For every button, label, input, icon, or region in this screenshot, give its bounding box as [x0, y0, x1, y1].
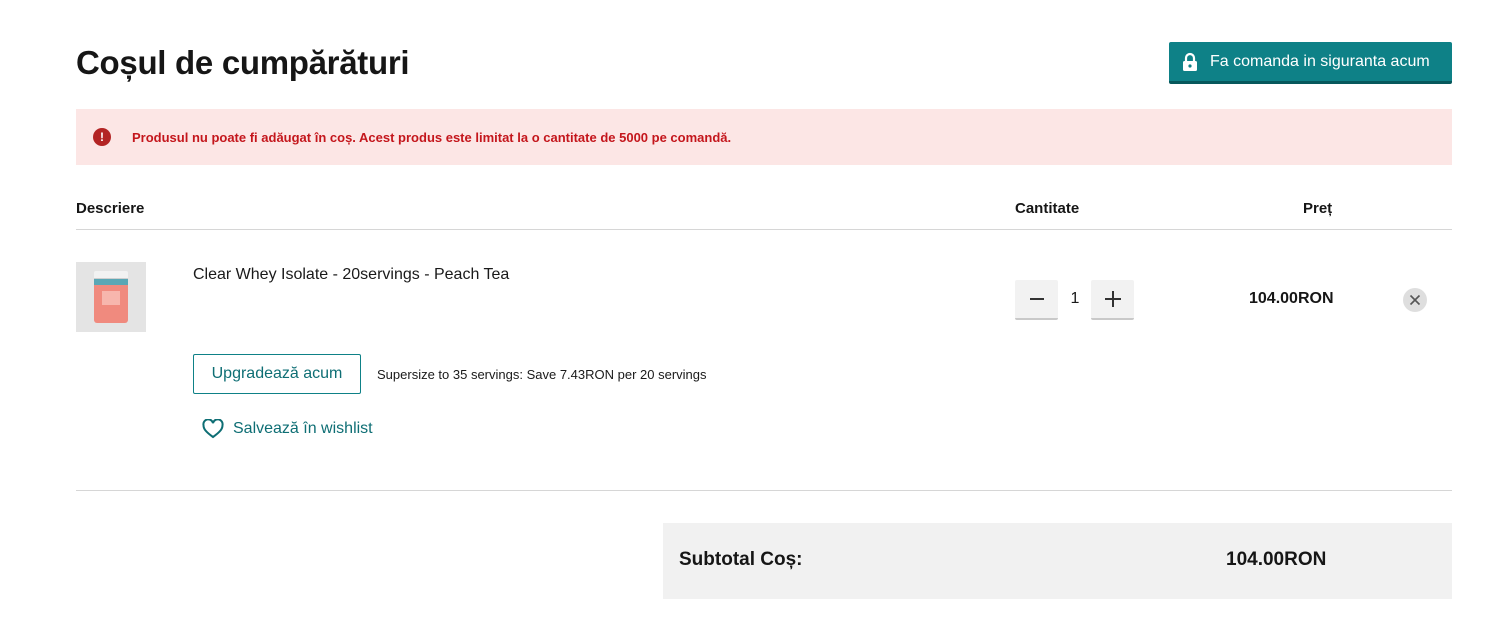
column-header-quantity: Cantitate — [1015, 200, 1080, 217]
wishlist-label: Salvează în wishlist — [233, 420, 373, 437]
error-icon: ! — [93, 128, 111, 146]
remove-item-button[interactable] — [1403, 288, 1427, 312]
save-to-wishlist-link[interactable]: Salvează în wishlist — [202, 419, 373, 439]
secure-checkout-button[interactable]: Fa comanda in siguranta acum — [1169, 42, 1452, 84]
subtotal-value: 104.00RON — [1226, 549, 1327, 570]
error-message: Produsul nu poate fi adăugat în coș. Ace… — [132, 129, 732, 145]
error-alert: ! Produsul nu poate fi adăugat în coș. A… — [76, 109, 1452, 165]
close-icon — [1409, 294, 1421, 306]
subtotal-label: Subtotal Coș: — [679, 549, 803, 570]
product-thumbnail[interactable] — [76, 262, 146, 332]
item-divider — [76, 490, 1452, 491]
column-header-description: Descriere — [76, 200, 145, 217]
header-divider — [76, 229, 1452, 230]
column-header-price: Preț — [1303, 200, 1333, 217]
minus-icon — [1029, 298, 1044, 300]
product-tub-image — [94, 271, 128, 323]
plus-icon — [1104, 291, 1121, 307]
heart-icon — [202, 419, 224, 439]
line-item-price: 104.00RON — [1249, 290, 1334, 307]
decrease-quantity-button[interactable] — [1015, 280, 1058, 320]
lock-icon — [1181, 52, 1199, 72]
page-title: Coșul de cumpărături — [76, 44, 410, 81]
upgrade-button[interactable]: Upgradează acum — [193, 354, 361, 394]
quantity-value[interactable]: 1 — [1066, 290, 1084, 308]
product-name[interactable]: Clear Whey Isolate - 20servings - Peach … — [193, 266, 509, 284]
subtotal-panel: Subtotal Coș: 104.00RON — [663, 523, 1452, 599]
increase-quantity-button[interactable] — [1091, 280, 1134, 320]
upsell-text: Supersize to 35 servings: Save 7.43RON p… — [377, 367, 707, 382]
secure-checkout-label: Fa comanda in siguranta acum — [1210, 52, 1430, 70]
